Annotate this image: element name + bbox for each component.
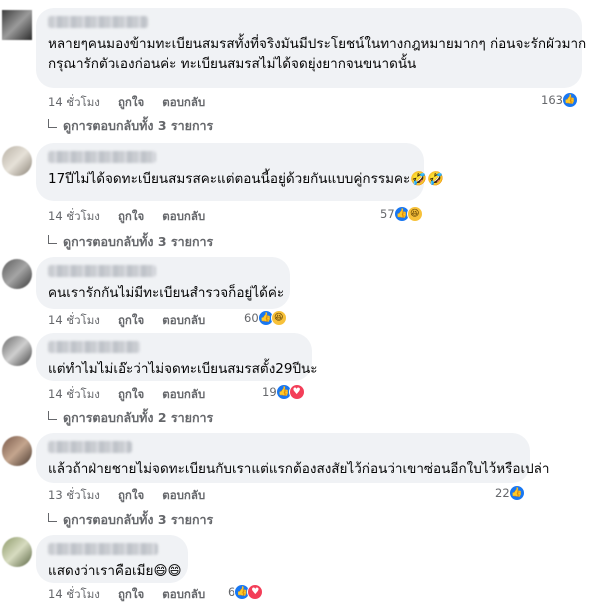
author-name-blurred[interactable]	[48, 16, 148, 28]
view-replies-link[interactable]: ดูการตอบกลับทั้ง 3 รายการ	[48, 116, 213, 136]
love-icon: ♥	[247, 584, 264, 600]
reply-arrow-icon	[48, 513, 57, 522]
comment-text: แสดงว่าเราคือเมีย😄😄	[48, 563, 182, 579]
reply-arrow-icon	[48, 235, 57, 244]
view-replies-link[interactable]: ดูการตอบกลับทั้ง 3 รายการ	[48, 232, 213, 252]
reply-arrow-icon	[48, 411, 57, 420]
avatar[interactable]	[2, 146, 32, 176]
view-replies-link[interactable]: ดูการตอบกลับทั้ง 3 รายการ	[48, 510, 213, 530]
like-icon: 👍	[561, 92, 578, 108]
author-name-blurred[interactable]	[48, 441, 132, 453]
reaction-summary[interactable]: 57 👍 😆	[380, 206, 423, 222]
reaction-summary[interactable]: 19 👍 ♥	[262, 384, 305, 400]
like-button[interactable]: ถูกใจ	[118, 387, 144, 401]
comment-text: แล้วถ้าฝ่ายชายไม่จดทะเบียนกับเราแต่แรกต้…	[48, 461, 550, 477]
reaction-summary[interactable]: 163 👍	[541, 92, 578, 108]
reply-arrow-icon	[48, 119, 57, 128]
timestamp[interactable]: 14 ชั่วโมง	[48, 209, 100, 223]
comment-meta: 14 ชั่วโมง ถูกใจ ตอบกลับ	[48, 386, 219, 404]
timestamp[interactable]: 14 ชั่วโมง	[48, 95, 100, 109]
comment-bubble: คนเรารักกันไม่มีทะเบียนสำรวจก็อยู่ได้ค่ะ	[36, 257, 290, 309]
reaction-summary[interactable]: 6 👍 ♥	[228, 584, 264, 600]
avatar[interactable]	[2, 336, 32, 366]
reply-button[interactable]: ตอบกลับ	[162, 313, 205, 327]
like-button[interactable]: ถูกใจ	[118, 209, 144, 223]
view-replies-link[interactable]: ดูการตอบกลับทั้ง 2 รายการ	[48, 408, 213, 428]
author-name-blurred[interactable]	[48, 341, 140, 353]
reply-button[interactable]: ตอบกลับ	[162, 387, 205, 401]
comment-meta: 13 ชั่วโมง ถูกใจ ตอบกลับ	[48, 487, 219, 505]
like-icon: 👍	[508, 485, 525, 501]
like-button[interactable]: ถูกใจ	[118, 95, 144, 109]
comment-text: คนเรารักกันไม่มีทะเบียนสำรวจก็อยู่ได้ค่ะ	[48, 285, 285, 301]
comment-bubble: 17ปีไม่ได้จดทะเบียนสมรสคะแต่ตอนนี้อยู่ด้…	[36, 143, 444, 201]
reaction-count: 57	[380, 207, 395, 221]
reaction-count: 22	[495, 486, 510, 500]
author-name-blurred[interactable]	[48, 543, 158, 555]
comment-meta: 14 ชั่วโมง ถูกใจ ตอบกลับ	[48, 208, 219, 226]
comment-bubble: แต่ทำไมไม่เอ๊ะว่าไม่จดทะเบียนสมรสตั้ง29ป…	[36, 333, 318, 381]
comment-meta: 14 ชั่วโมง ถูกใจ ตอบกลับ	[48, 586, 219, 602]
reaction-count: 163	[541, 93, 563, 107]
comment-bubble: หลายๆคนมองข้ามทะเบียนสมรสทั้งที่จริงมันม…	[36, 8, 587, 88]
comment-text: 17ปีไม่ได้จดทะเบียนสมรสคะแต่ตอนนี้อยู่ด้…	[48, 171, 444, 187]
avatar[interactable]	[2, 436, 32, 466]
comment-bubble: แล้วถ้าฝ่ายชายไม่จดทะเบียนกับเราแต่แรกต้…	[36, 433, 550, 483]
author-name-blurred[interactable]	[48, 265, 156, 277]
comment-meta: 14 ชั่วโมง ถูกใจ ตอบกลับ	[48, 94, 219, 112]
avatar[interactable]	[2, 10, 32, 40]
haha-icon: 😆	[270, 310, 287, 326]
reply-button[interactable]: ตอบกลับ	[162, 587, 205, 601]
reaction-count: 60	[244, 311, 259, 325]
like-button[interactable]: ถูกใจ	[118, 488, 144, 502]
author-name-blurred[interactable]	[48, 151, 156, 163]
avatar[interactable]	[2, 259, 32, 289]
like-button[interactable]: ถูกใจ	[118, 313, 144, 327]
reply-button[interactable]: ตอบกลับ	[162, 488, 205, 502]
timestamp[interactable]: 14 ชั่วโมง	[48, 313, 100, 327]
haha-icon: 😆	[406, 206, 423, 222]
comment-bubble: แสดงว่าเราคือเมีย😄😄	[36, 535, 188, 583]
comment-meta: 14 ชั่วโมง ถูกใจ ตอบกลับ	[48, 312, 219, 330]
like-button[interactable]: ถูกใจ	[118, 587, 144, 601]
timestamp[interactable]: 13 ชั่วโมง	[48, 488, 100, 502]
timestamp[interactable]: 14 ชั่วโมง	[48, 387, 100, 401]
comment-text: แต่ทำไมไม่เอ๊ะว่าไม่จดทะเบียนสมรสตั้ง29ป…	[48, 361, 318, 377]
reply-button[interactable]: ตอบกลับ	[162, 209, 205, 223]
reaction-count: 19	[262, 385, 277, 399]
timestamp[interactable]: 14 ชั่วโมง	[48, 587, 100, 601]
love-icon: ♥	[288, 384, 305, 400]
avatar[interactable]	[2, 537, 32, 567]
reaction-summary[interactable]: 60 👍 😆	[244, 310, 287, 326]
comment-text-line: กรุณารักตัวเองก่อนค่ะ ทะเบียนสมรสไม่ได้จ…	[48, 56, 417, 72]
reaction-summary[interactable]: 22 👍	[495, 485, 525, 501]
reply-button[interactable]: ตอบกลับ	[162, 95, 205, 109]
comment-text-line: หลายๆคนมองข้ามทะเบียนสมรสทั้งที่จริงมันม…	[48, 36, 587, 52]
